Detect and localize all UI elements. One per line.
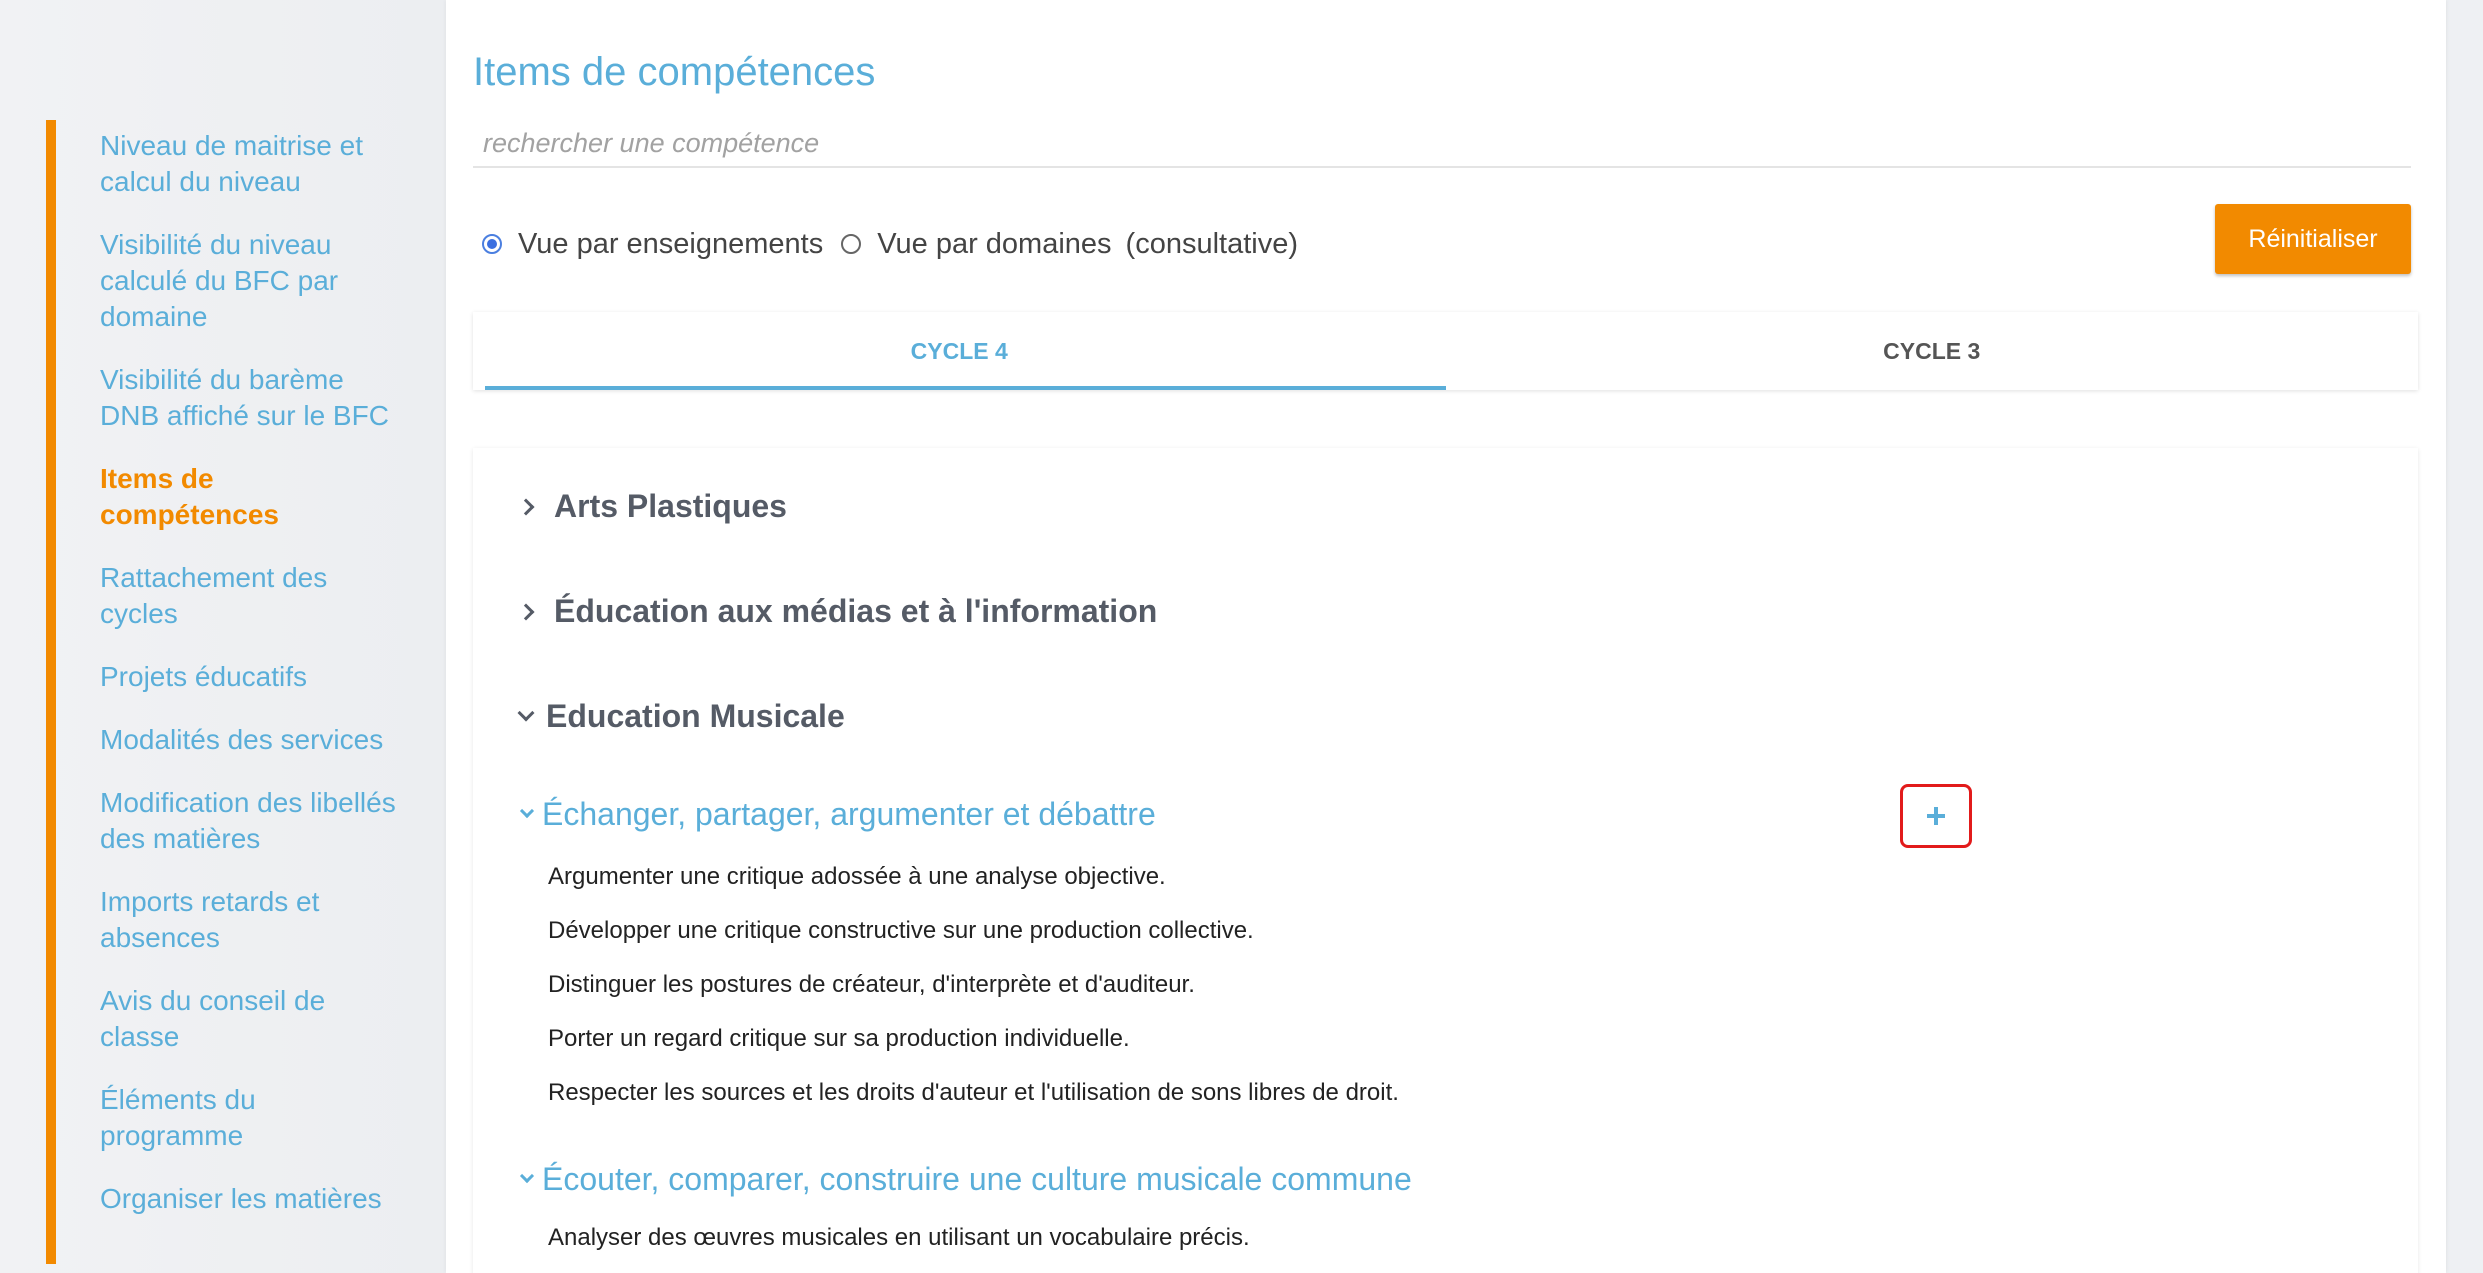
section-arts-plastiques[interactable]: Arts Plastiques bbox=[517, 488, 787, 525]
subsection-label: Écouter, comparer, construire une cultur… bbox=[542, 1161, 1412, 1197]
sidebar-item-modalites-services[interactable]: Modalités des services bbox=[100, 722, 400, 758]
sidebar-item-avis-conseil[interactable]: Avis du conseil de classe bbox=[100, 983, 400, 1055]
subsection-echanger-partager[interactable]: Échanger, partager, argumenter et débatt… bbox=[519, 796, 1156, 833]
page-title: Items de compétences bbox=[473, 50, 876, 94]
tab-cycle-4[interactable]: CYCLE 4 bbox=[473, 312, 1446, 390]
list-item: Développer une critique constructive sur… bbox=[548, 917, 1254, 944]
sidebar-item-niveau-maitrise[interactable]: Niveau de maitrise et calcul du niveau bbox=[100, 128, 400, 200]
tab-cycle-3[interactable]: CYCLE 3 bbox=[1446, 312, 2419, 390]
plus-icon bbox=[1927, 807, 1945, 825]
search-input[interactable] bbox=[473, 120, 2411, 168]
sidebar: Niveau de maitrise et calcul du niveau V… bbox=[0, 0, 445, 1273]
list-item: Distinguer les postures de créateur, d'i… bbox=[548, 971, 1195, 998]
sidebar-item-items-competences[interactable]: Items de compétences bbox=[100, 461, 400, 533]
add-item-button[interactable] bbox=[1900, 784, 1972, 848]
section-label: Éducation aux médias et à l'information bbox=[554, 593, 1158, 629]
main-card: Items de compétences Vue par enseignemen… bbox=[446, 0, 2446, 1273]
chevron-down-icon bbox=[519, 803, 535, 818]
subsection-label: Échanger, partager, argumenter et débatt… bbox=[542, 796, 1156, 832]
cycle-tabs: CYCLE 4 CYCLE 3 bbox=[473, 312, 2418, 390]
consultative-note: (consultative) bbox=[1125, 227, 1299, 260]
section-label: Arts Plastiques bbox=[554, 488, 787, 524]
radio-label-vue-enseignements[interactable]: Vue par enseignements bbox=[518, 228, 823, 261]
radio-label-vue-domaines[interactable]: Vue par domaines bbox=[877, 228, 1111, 261]
chevron-down-icon bbox=[517, 704, 535, 721]
sidebar-item-rattachement-cycles[interactable]: Rattachement des cycles bbox=[100, 560, 400, 632]
section-education-medias[interactable]: Éducation aux médias et à l'information bbox=[517, 593, 1158, 630]
subsection-items-list: Analyser des œuvres musicales en utilisa… bbox=[548, 1223, 1250, 1273]
view-mode-radio-group: Vue par enseignements Vue par domaines (… bbox=[482, 226, 1298, 262]
list-item: Respecter les sources et les droits d'au… bbox=[548, 1079, 1399, 1106]
list-item: Analyser des œuvres musicales en utilisa… bbox=[548, 1224, 1250, 1251]
sidebar-item-projets-educatifs[interactable]: Projets éducatifs bbox=[100, 659, 400, 695]
section-education-musicale[interactable]: Education Musicale bbox=[517, 698, 845, 735]
sidebar-item-organiser-matieres[interactable]: Organiser les matières bbox=[100, 1181, 400, 1217]
subsection-ecouter-comparer[interactable]: Écouter, comparer, construire une cultur… bbox=[519, 1161, 1412, 1198]
sidebar-accent-bar bbox=[46, 120, 56, 1264]
sidebar-item-modification-libelles[interactable]: Modification des libellés des matières bbox=[100, 785, 400, 857]
sidebar-item-imports-retards[interactable]: Imports retards et absences bbox=[100, 884, 400, 956]
list-item: Porter un regard critique sur sa product… bbox=[548, 1025, 1130, 1052]
chevron-right-icon bbox=[517, 603, 535, 620]
section-label: Education Musicale bbox=[546, 698, 845, 734]
list-item: Argumenter une critique adossée à une an… bbox=[548, 863, 1166, 890]
radio-vue-enseignements[interactable] bbox=[482, 234, 502, 254]
radio-vue-domaines[interactable] bbox=[841, 234, 862, 254]
sidebar-item-elements-programme[interactable]: Éléments du programme bbox=[100, 1082, 400, 1154]
sidebar-item-visibilite-niveau-bfc[interactable]: Visibilité du niveau calculé du BFC par … bbox=[100, 227, 400, 335]
sidebar-item-visibilite-bareme-dnb[interactable]: Visibilité du barème DNB affiché sur le … bbox=[100, 362, 400, 434]
reset-button[interactable]: Réinitialiser bbox=[2215, 204, 2411, 274]
sidebar-nav: Niveau de maitrise et calcul du niveau V… bbox=[100, 128, 400, 1244]
chevron-right-icon bbox=[517, 498, 535, 515]
subsection-items-list: Argumenter une critique adossée à une an… bbox=[548, 862, 1399, 1132]
competences-list-card bbox=[473, 448, 2418, 1273]
chevron-down-icon bbox=[519, 1168, 535, 1183]
